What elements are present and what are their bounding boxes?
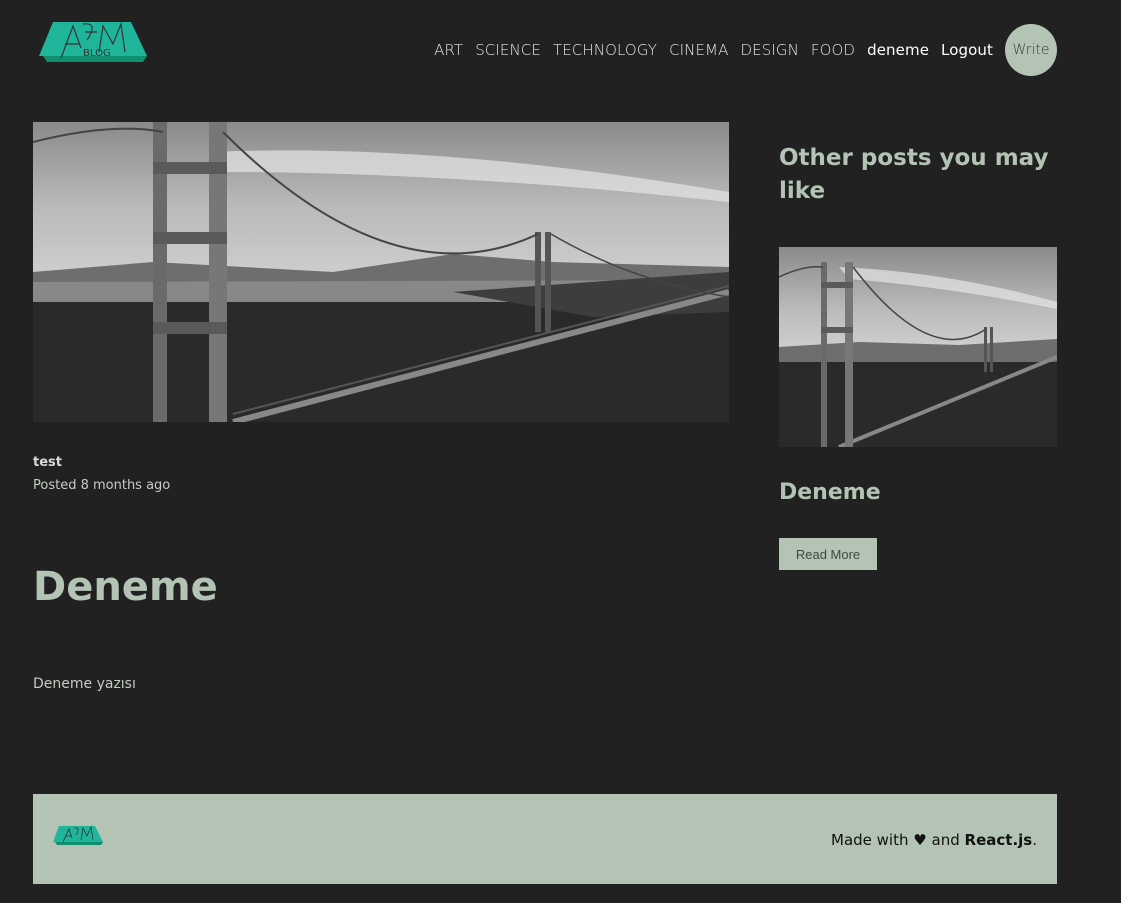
post-body: Deneme yazısı	[33, 676, 136, 692]
nav-links: ART SCIENCE TECHNOLOGY CINEMA DESIGN FOO…	[422, 24, 1057, 76]
sidebar-heading: Other posts you may like	[779, 145, 1049, 204]
nav-link-science[interactable]: SCIENCE	[475, 41, 541, 59]
footer-period: .	[1032, 831, 1037, 849]
navbar: BLOG ART SCIENCE TECHNOLOGY CINEMA DESIG…	[33, 16, 1057, 80]
write-button[interactable]: Write	[1005, 24, 1057, 76]
nav-link-food[interactable]: FOOD	[811, 41, 855, 59]
site-logo[interactable]: BLOG	[39, 18, 147, 70]
nav-link-art[interactable]: ART	[434, 41, 463, 59]
footer-credit: Made with ♥ and React.js.	[831, 831, 1037, 849]
logout-link[interactable]: Logout	[941, 41, 993, 59]
post-title: Deneme	[33, 564, 218, 610]
sidebar-post-image	[779, 247, 1057, 447]
nav-link-technology[interactable]: TECHNOLOGY	[553, 41, 657, 59]
footer: Made with ♥ and React.js.	[33, 794, 1057, 884]
heart-icon: ♥	[913, 831, 927, 849]
svg-text:BLOG: BLOG	[83, 48, 111, 59]
footer-and: and	[931, 831, 960, 849]
footer-logo	[53, 824, 103, 848]
footer-tech: React.js	[964, 831, 1033, 849]
post-date: Posted 8 months ago	[33, 478, 171, 493]
nav-username: deneme	[867, 41, 930, 59]
nav-link-design[interactable]: DESIGN	[740, 41, 798, 59]
footer-made-with: Made with	[831, 831, 909, 849]
post-author: test	[33, 455, 62, 470]
read-more-button[interactable]: Read More	[779, 538, 877, 570]
nav-link-cinema[interactable]: CINEMA	[669, 41, 728, 59]
sidebar-post-title: Deneme	[779, 480, 881, 505]
post-image	[33, 122, 729, 422]
